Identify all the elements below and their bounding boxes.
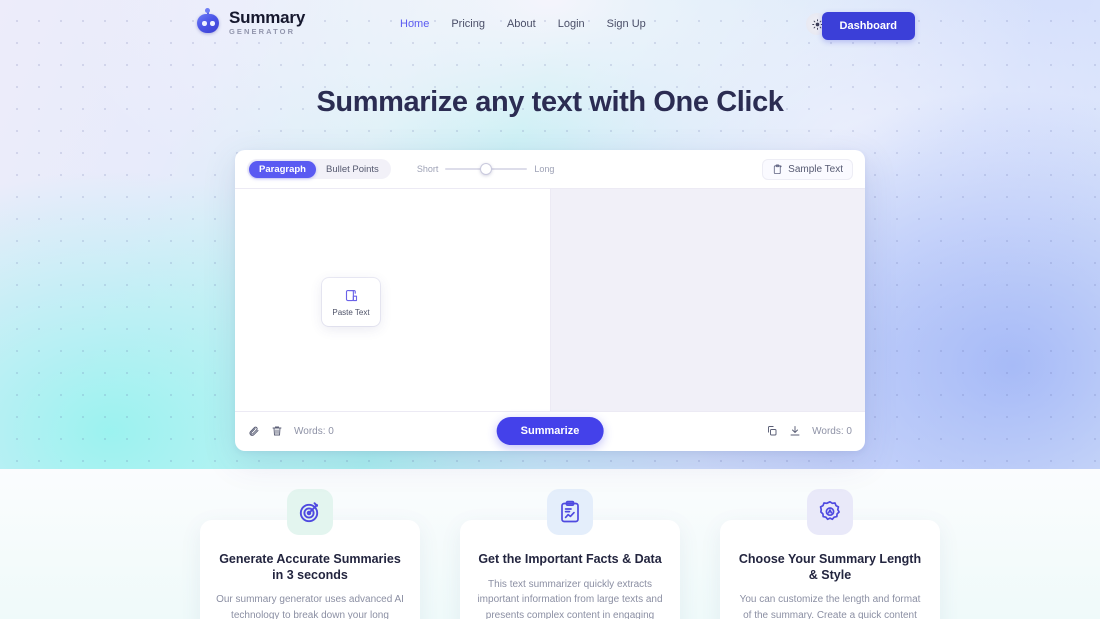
brand-subtitle: GENERATOR — [229, 27, 296, 36]
slider-max-label: Long — [534, 164, 555, 174]
feature-body: This text summarizer quickly extracts im… — [477, 578, 663, 619]
target-icon-tile — [287, 489, 333, 535]
mode-toggle-group: Paragraph Bullet Points — [247, 159, 391, 179]
robot-logo-icon — [195, 8, 221, 35]
feature-card: Get the Important Facts & Data This text… — [460, 489, 680, 619]
mode-paragraph-button[interactable]: Paragraph — [249, 160, 316, 178]
feature-card: Generate Accurate Summaries in 3 seconds… — [200, 489, 420, 619]
features-section: Generate Accurate Summaries in 3 seconds… — [0, 469, 1100, 619]
nav-right-controls: English (EN) Dashboard — [806, 12, 915, 40]
output-panel — [550, 189, 865, 411]
dashboard-button[interactable]: Dashboard — [821, 12, 915, 40]
top-navigation-bar: Summary GENERATOR Home Pricing About Log… — [0, 0, 1100, 50]
nav-link-about[interactable]: About — [507, 18, 536, 30]
brand-name: Summary — [229, 8, 306, 27]
sun-icon — [811, 18, 823, 30]
editor-body: Paste Text — [235, 189, 865, 411]
paste-text-button[interactable]: Paste Text — [322, 278, 380, 326]
feature-title: Choose Your Summary Length & Style — [738, 552, 922, 582]
nav-links: Home Pricing About Login Sign Up — [400, 18, 646, 30]
clipboard-chart-icon-tile — [547, 489, 593, 535]
attachment-icon[interactable] — [248, 425, 260, 437]
slider-handle[interactable] — [480, 163, 493, 175]
output-word-count: Words: 0 — [812, 425, 852, 437]
brand-logo[interactable]: Summary GENERATOR — [195, 8, 306, 36]
feature-card: Choose Your Summary Length & Style You c… — [720, 489, 940, 619]
feature-body: Our summary generator uses advanced AI t… — [216, 594, 404, 619]
feature-title: Get the Important Facts & Data — [478, 552, 662, 566]
slider-min-label: Short — [416, 164, 439, 174]
slider-track[interactable] — [445, 163, 528, 175]
output-footer-controls: Words: 0 — [766, 425, 852, 437]
input-panel[interactable]: Paste Text — [235, 189, 550, 411]
settings-badge-icon — [819, 500, 840, 521]
length-slider: Short Long — [416, 163, 555, 175]
nav-link-signup[interactable]: Sign Up — [607, 18, 646, 30]
trash-icon[interactable] — [271, 425, 283, 437]
paste-icon — [345, 289, 357, 301]
sample-text-button[interactable]: Sample Text — [762, 159, 853, 180]
feature-title: Generate Accurate Summaries in 3 seconds — [219, 552, 401, 582]
download-icon[interactable] — [789, 425, 801, 437]
input-footer-controls: Words: 0 — [248, 425, 334, 437]
editor-toolbar: Paragraph Bullet Points Short Long Sampl… — [235, 150, 865, 189]
summarize-button[interactable]: Summarize — [496, 417, 604, 445]
nav-link-pricing[interactable]: Pricing — [451, 18, 485, 30]
paste-text-label: Paste Text — [332, 307, 370, 317]
page-headline: Summarize any text with One Click — [316, 86, 784, 118]
copy-icon[interactable] — [766, 425, 778, 437]
settings-badge-icon-tile — [807, 489, 853, 535]
mode-bullet-points-button[interactable]: Bullet Points — [316, 161, 389, 178]
target-icon — [299, 502, 319, 523]
editor-footer: Words: 0 Summarize Words: 0 — [235, 411, 865, 450]
clipboard-chart-icon — [561, 500, 579, 523]
input-word-count: Words: 0 — [294, 425, 334, 437]
feature-body: You can customize the length and format … — [739, 594, 921, 619]
nav-link-login[interactable]: Login — [558, 18, 585, 30]
nav-link-home[interactable]: Home — [400, 18, 429, 30]
feature-card-list: Generate Accurate Summaries in 3 seconds… — [200, 489, 940, 619]
clipboard-icon — [774, 164, 782, 175]
summarizer-editor-card: Paragraph Bullet Points Short Long Sampl… — [235, 150, 865, 451]
sample-text-label: Sample Text — [788, 164, 843, 175]
